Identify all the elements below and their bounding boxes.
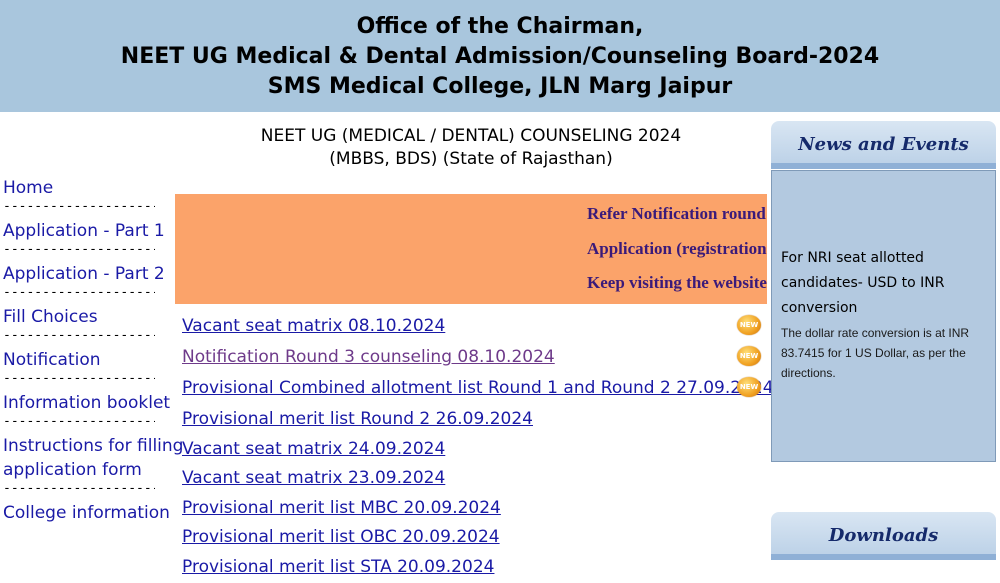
news-item-text: The dollar rate conversion is at INR 83.…	[781, 323, 993, 383]
nav-separator: --------------------	[0, 243, 155, 257]
list-item: Provisional merit list OBC 20.09.2024	[182, 524, 767, 554]
nav-fill-choices[interactable]: Fill Choices	[0, 305, 160, 329]
nav-separator: --------------------	[0, 415, 155, 429]
nav-instructions[interactable]: Instructions for fillingapplication form	[0, 434, 160, 482]
header-line-board: NEET UG Medical & Dental Admission/Couns…	[0, 42, 1000, 72]
new-badge-icon: NEW	[737, 346, 761, 366]
new-badge-icon: NEW	[737, 315, 761, 335]
downloads-heading: Downloads	[771, 512, 996, 560]
nav-application-part-2[interactable]: Application - Part 2	[0, 262, 160, 286]
nav-instructions-line1: Instructions for filling	[3, 436, 183, 456]
link-vacant-seat-matrix-23-09[interactable]: Vacant seat matrix 23.09.2024	[182, 468, 445, 488]
header-line-college: SMS Medical College, JLN Marg Jaipur	[0, 72, 1000, 102]
link-combined-allotment[interactable]: Provisional Combined allotment list Roun…	[182, 378, 774, 398]
list-item: Provisional merit list MBC 20.09.2024	[182, 495, 767, 525]
news-events-panel: For NRI seat allotted candidates- USD to…	[771, 170, 996, 462]
link-vacant-seat-matrix-24-09[interactable]: Vacant seat matrix 24.09.2024	[182, 439, 445, 459]
notice-marquee: Refer Notification round 3 Application (…	[175, 194, 767, 304]
notice-message[interactable]: Refer Notification round 3	[587, 204, 767, 224]
list-item: Provisional Combined allotment list Roun…	[182, 375, 767, 406]
nav-separator: --------------------	[0, 200, 155, 214]
list-item: Vacant seat matrix 24.09.2024	[182, 436, 767, 466]
list-item: Vacant seat matrix 08.10.2024 NEW	[182, 313, 767, 344]
list-item: Notification Round 3 counseling 08.10.20…	[182, 344, 767, 375]
nav-instructions-line2: application form	[3, 460, 142, 480]
link-merit-list-obc[interactable]: Provisional merit list OBC 20.09.2024	[182, 527, 500, 547]
counseling-title-block: NEET UG (MEDICAL / DENTAL) COUNSELING 20…	[175, 125, 767, 171]
list-item: Vacant seat matrix 23.09.2024	[182, 465, 767, 495]
nav-separator: --------------------	[0, 286, 155, 300]
nav-separator: --------------------	[0, 329, 155, 343]
counseling-title: NEET UG (MEDICAL / DENTAL) COUNSELING 20…	[175, 125, 767, 148]
left-nav: Home -------------------- Application - …	[0, 176, 160, 525]
link-merit-list-round-2[interactable]: Provisional merit list Round 2 26.09.202…	[182, 409, 533, 429]
updates-list: Vacant seat matrix 08.10.2024 NEW Notifi…	[182, 313, 767, 583]
notice-message[interactable]: Application (registration) i	[587, 239, 767, 259]
nav-separator: --------------------	[0, 372, 155, 386]
new-badge-icon: NEW	[737, 377, 761, 397]
link-notification-round-3[interactable]: Notification Round 3 counseling 08.10.20…	[182, 347, 555, 367]
nav-separator: --------------------	[0, 482, 155, 496]
header-line-office: Office of the Chairman,	[0, 0, 1000, 42]
notice-message[interactable]: Keep visiting the website re	[587, 273, 767, 293]
site-header: Office of the Chairman, NEET UG Medical …	[0, 0, 1000, 112]
link-vacant-seat-matrix-08-10[interactable]: Vacant seat matrix 08.10.2024	[182, 316, 445, 336]
counseling-subtitle: (MBBS, BDS) (State of Rajasthan)	[175, 148, 767, 171]
link-merit-list-sta[interactable]: Provisional merit list STA 20.09.2024	[182, 557, 494, 577]
link-merit-list-mbc[interactable]: Provisional merit list MBC 20.09.2024	[182, 498, 501, 518]
list-item: Provisional merit list Round 2 26.09.202…	[182, 406, 767, 436]
news-events-heading: News and Events	[771, 121, 996, 169]
nav-application-part-1[interactable]: Application - Part 1	[0, 219, 160, 243]
news-item-title[interactable]: For NRI seat allotted candidates- USD to…	[781, 246, 986, 321]
nav-home[interactable]: Home	[0, 176, 160, 200]
list-item: Provisional merit list STA 20.09.2024	[182, 554, 767, 583]
nav-notification[interactable]: Notification	[0, 348, 160, 372]
nav-college-information[interactable]: College information	[0, 501, 160, 525]
nav-information-booklet[interactable]: Information booklet	[0, 391, 160, 415]
